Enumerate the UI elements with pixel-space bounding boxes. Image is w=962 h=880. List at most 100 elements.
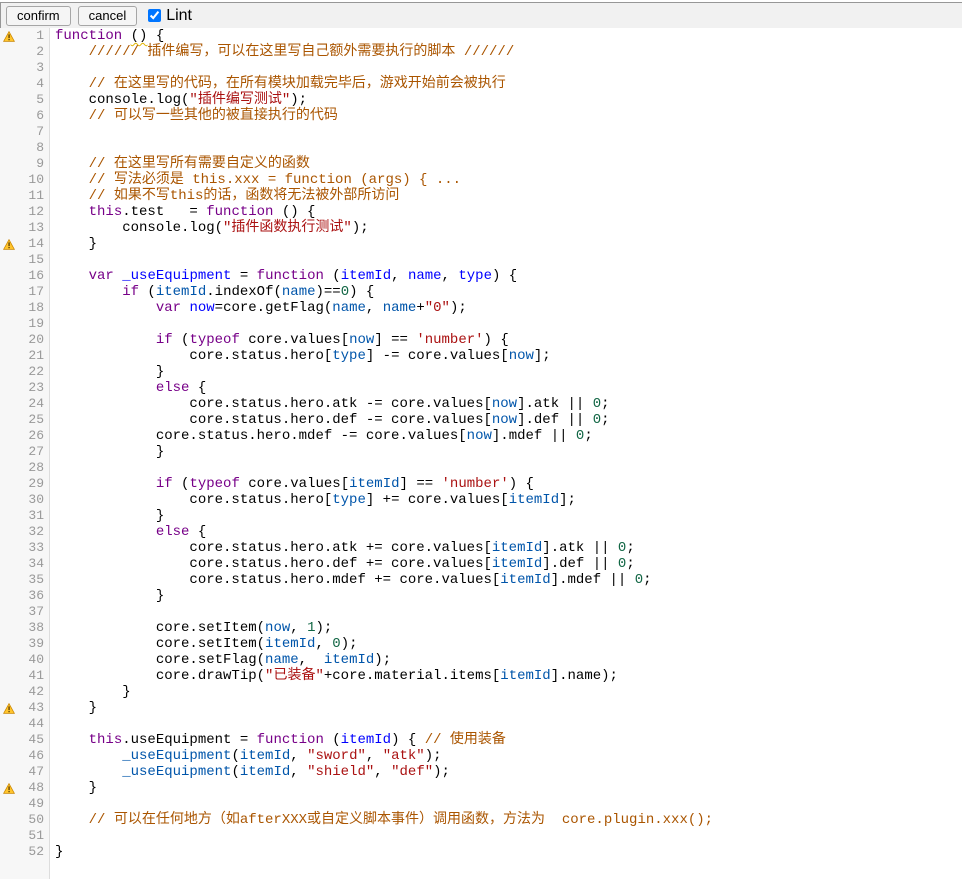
code-line[interactable]: 8 xyxy=(0,140,962,156)
code-token: // 在这里写所有需要自定义的函数 xyxy=(89,156,310,172)
code-token: , xyxy=(290,764,307,780)
code-line[interactable]: 9 // 在这里写所有需要自定义的函数 xyxy=(0,156,962,172)
line-number: 41 xyxy=(18,668,48,684)
code-line[interactable]: 29 if (typeof core.values[itemId] == 'nu… xyxy=(0,476,962,492)
code-line[interactable]: 20 if (typeof core.values[now] == 'numbe… xyxy=(0,332,962,348)
code-line[interactable]: 30 core.status.hero[type] += core.values… xyxy=(0,492,962,508)
line-number: 20 xyxy=(18,332,48,348)
code-line[interactable]: 15 xyxy=(0,252,962,268)
code-line[interactable]: 25 core.status.hero.def -= core.values[n… xyxy=(0,412,962,428)
code-token: itemId xyxy=(240,764,290,780)
line-number: 9 xyxy=(18,156,48,172)
code-line[interactable]: 18 var now=core.getFlag(name, name+"0"); xyxy=(0,300,962,316)
cancel-button[interactable]: cancel xyxy=(78,6,138,26)
warning-icon xyxy=(3,31,15,42)
code-line[interactable]: 36 } xyxy=(0,588,962,604)
code-text: core.status.hero.def -= core.values[now]… xyxy=(48,412,610,428)
code-token: ]; xyxy=(534,348,551,364)
code-line[interactable]: 19 xyxy=(0,316,962,332)
confirm-button[interactable]: confirm xyxy=(6,6,71,26)
code-editor[interactable]: 1function () {2 ////// 插件编写，可以在这里写自己额外需要… xyxy=(0,28,962,879)
code-token: now xyxy=(467,428,492,444)
code-line[interactable]: 12 this.test = function () { xyxy=(0,204,962,220)
code-token: core.status.hero.atk -= core.values[ xyxy=(55,396,492,412)
code-line[interactable]: 42 } xyxy=(0,684,962,700)
code-line[interactable]: 1function () { xyxy=(0,28,962,44)
line-number: 7 xyxy=(18,124,48,140)
code-line[interactable]: 39 core.setItem(itemId, 0); xyxy=(0,636,962,652)
code-line[interactable]: 37 xyxy=(0,604,962,620)
code-line[interactable]: 51 xyxy=(0,828,962,844)
code-line[interactable]: 27 } xyxy=(0,444,962,460)
code-line[interactable]: 32 else { xyxy=(0,524,962,540)
lint-marker-empty xyxy=(0,44,18,60)
code-line[interactable]: 35 core.status.hero.mdef += core.values[… xyxy=(0,572,962,588)
code-token: 0 xyxy=(332,636,340,652)
code-line[interactable]: 47 _useEquipment(itemId, "shield", "def"… xyxy=(0,764,962,780)
code-line[interactable]: 49 xyxy=(0,796,962,812)
code-line[interactable]: 16 var _useEquipment = function (itemId,… xyxy=(0,268,962,284)
lint-marker-empty xyxy=(0,668,18,684)
code-token: ) { xyxy=(484,332,509,348)
code-line[interactable]: 10 // 写法必须是 this.xxx = function (args) {… xyxy=(0,172,962,188)
code-line[interactable]: 3 xyxy=(0,60,962,76)
code-line[interactable]: 28 xyxy=(0,460,962,476)
code-line[interactable]: 33 core.status.hero.atk += core.values[i… xyxy=(0,540,962,556)
code-line[interactable]: 21 core.status.hero[type] -= core.values… xyxy=(0,348,962,364)
code-line[interactable]: 6 // 可以写一些其他的被直接执行的代码 xyxy=(0,108,962,124)
code-line[interactable]: 40 core.setFlag(name, itemId); xyxy=(0,652,962,668)
lint-marker-empty xyxy=(0,380,18,396)
code-token: now xyxy=(189,300,214,316)
lint-marker-empty xyxy=(0,604,18,620)
code-token xyxy=(55,284,122,300)
code-text: } xyxy=(48,700,97,716)
code-token: } xyxy=(55,236,97,252)
code-line[interactable]: 52} xyxy=(0,844,962,860)
code-line[interactable]: 7 xyxy=(0,124,962,140)
code-line[interactable]: 26 core.status.hero.mdef -= core.values[… xyxy=(0,428,962,444)
code-token: ; xyxy=(643,572,651,588)
line-number: 12 xyxy=(18,204,48,220)
lint-label[interactable]: Lint xyxy=(166,7,192,25)
code-line[interactable]: 48 } xyxy=(0,780,962,796)
code-line[interactable]: 50 // 可以在任何地方（如afterXXX或自定义脚本事件）调用函数，方法为… xyxy=(0,812,962,828)
code-token: core.setItem( xyxy=(55,620,265,636)
code-token: ] == xyxy=(374,332,416,348)
code-line[interactable]: 5 console.log("插件编写测试"); xyxy=(0,92,962,108)
code-line[interactable]: 44 xyxy=(0,716,962,732)
code-line[interactable]: 41 core.drawTip("已装备"+core.material.item… xyxy=(0,668,962,684)
code-line[interactable]: 46 _useEquipment(itemId, "sword", "atk")… xyxy=(0,748,962,764)
code-line[interactable]: 4 // 在这里写的代码，在所有模块加载完毕后，游戏开始前会被执行 xyxy=(0,76,962,92)
code-token: itemId xyxy=(341,732,391,748)
code-line[interactable]: 2 ////// 插件编写，可以在这里写自己额外需要执行的脚本 ////// xyxy=(0,44,962,60)
code-token: .test = xyxy=(122,204,206,220)
code-line[interactable]: 31 } xyxy=(0,508,962,524)
code-token: function xyxy=(55,28,122,44)
code-token: 0 xyxy=(593,396,601,412)
code-line[interactable]: 45 this.useEquipment = function (itemId)… xyxy=(0,732,962,748)
code-token: ) { xyxy=(509,476,534,492)
code-token: ]; xyxy=(559,492,576,508)
code-token xyxy=(55,524,156,540)
code-line[interactable]: 11 // 如果不写this的话，函数将无法被外部所访问 xyxy=(0,188,962,204)
line-number: 30 xyxy=(18,492,48,508)
warning-icon xyxy=(3,239,15,250)
line-number: 11 xyxy=(18,188,48,204)
code-line[interactable]: 23 else { xyxy=(0,380,962,396)
code-line[interactable]: 17 if (itemId.indexOf(name)==0) { xyxy=(0,284,962,300)
code-token: .indexOf( xyxy=(206,284,282,300)
code-line[interactable]: 22 } xyxy=(0,364,962,380)
code-text: this.useEquipment = function (itemId) { … xyxy=(48,732,506,748)
code-line[interactable]: 14 } xyxy=(0,236,962,252)
code-line[interactable]: 24 core.status.hero.atk -= core.values[n… xyxy=(0,396,962,412)
code-line[interactable]: 43 } xyxy=(0,700,962,716)
code-line[interactable]: 38 core.setItem(now, 1); xyxy=(0,620,962,636)
lint-checkbox[interactable] xyxy=(148,9,161,22)
code-token: ); xyxy=(433,764,450,780)
line-number: 40 xyxy=(18,652,48,668)
code-line[interactable]: 34 core.status.hero.def += core.values[i… xyxy=(0,556,962,572)
line-number: 45 xyxy=(18,732,48,748)
code-line[interactable]: 13 console.log("插件函数执行测试"); xyxy=(0,220,962,236)
code-token: , xyxy=(366,300,383,316)
code-token xyxy=(55,300,156,316)
